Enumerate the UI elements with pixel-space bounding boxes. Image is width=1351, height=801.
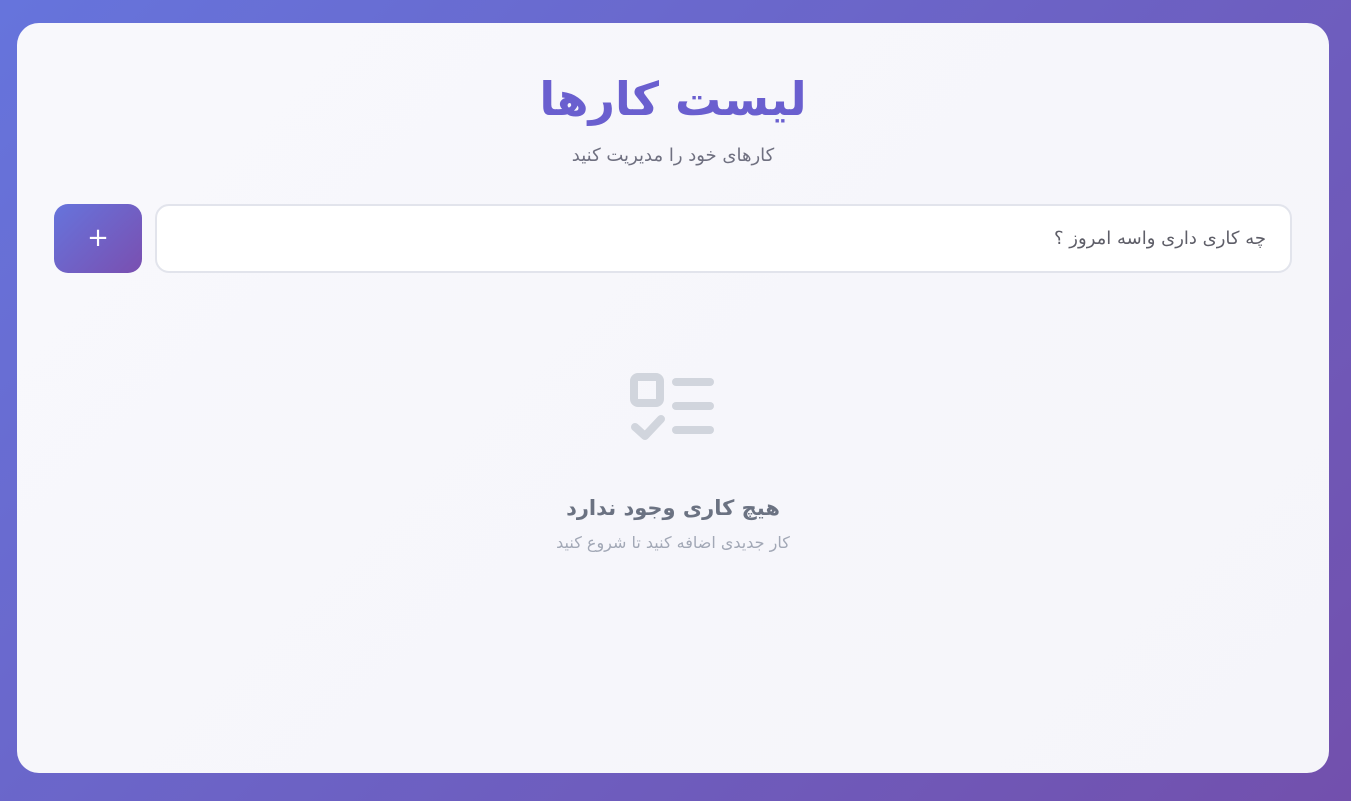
add-task-button[interactable]: + — [54, 204, 142, 273]
empty-state-title: هیچ کاری وجود ندارد — [566, 496, 780, 520]
empty-state: هیچ کاری وجود ندارد کار جدیدی اضافه کنید… — [17, 373, 1329, 555]
page-title: لیست کارها — [539, 72, 807, 126]
todo-card: لیست کارها کارهای خود را مدیریت کنید + ه… — [17, 23, 1329, 773]
empty-state-subtitle: کار جدیدی اضافه کنید تا شروع کنید — [556, 533, 790, 552]
task-input[interactable] — [155, 204, 1292, 273]
add-task-row: + — [54, 204, 1292, 273]
page-subtitle: کارهای خود را مدیریت کنید — [571, 145, 775, 166]
checklist-icon — [630, 373, 714, 440]
